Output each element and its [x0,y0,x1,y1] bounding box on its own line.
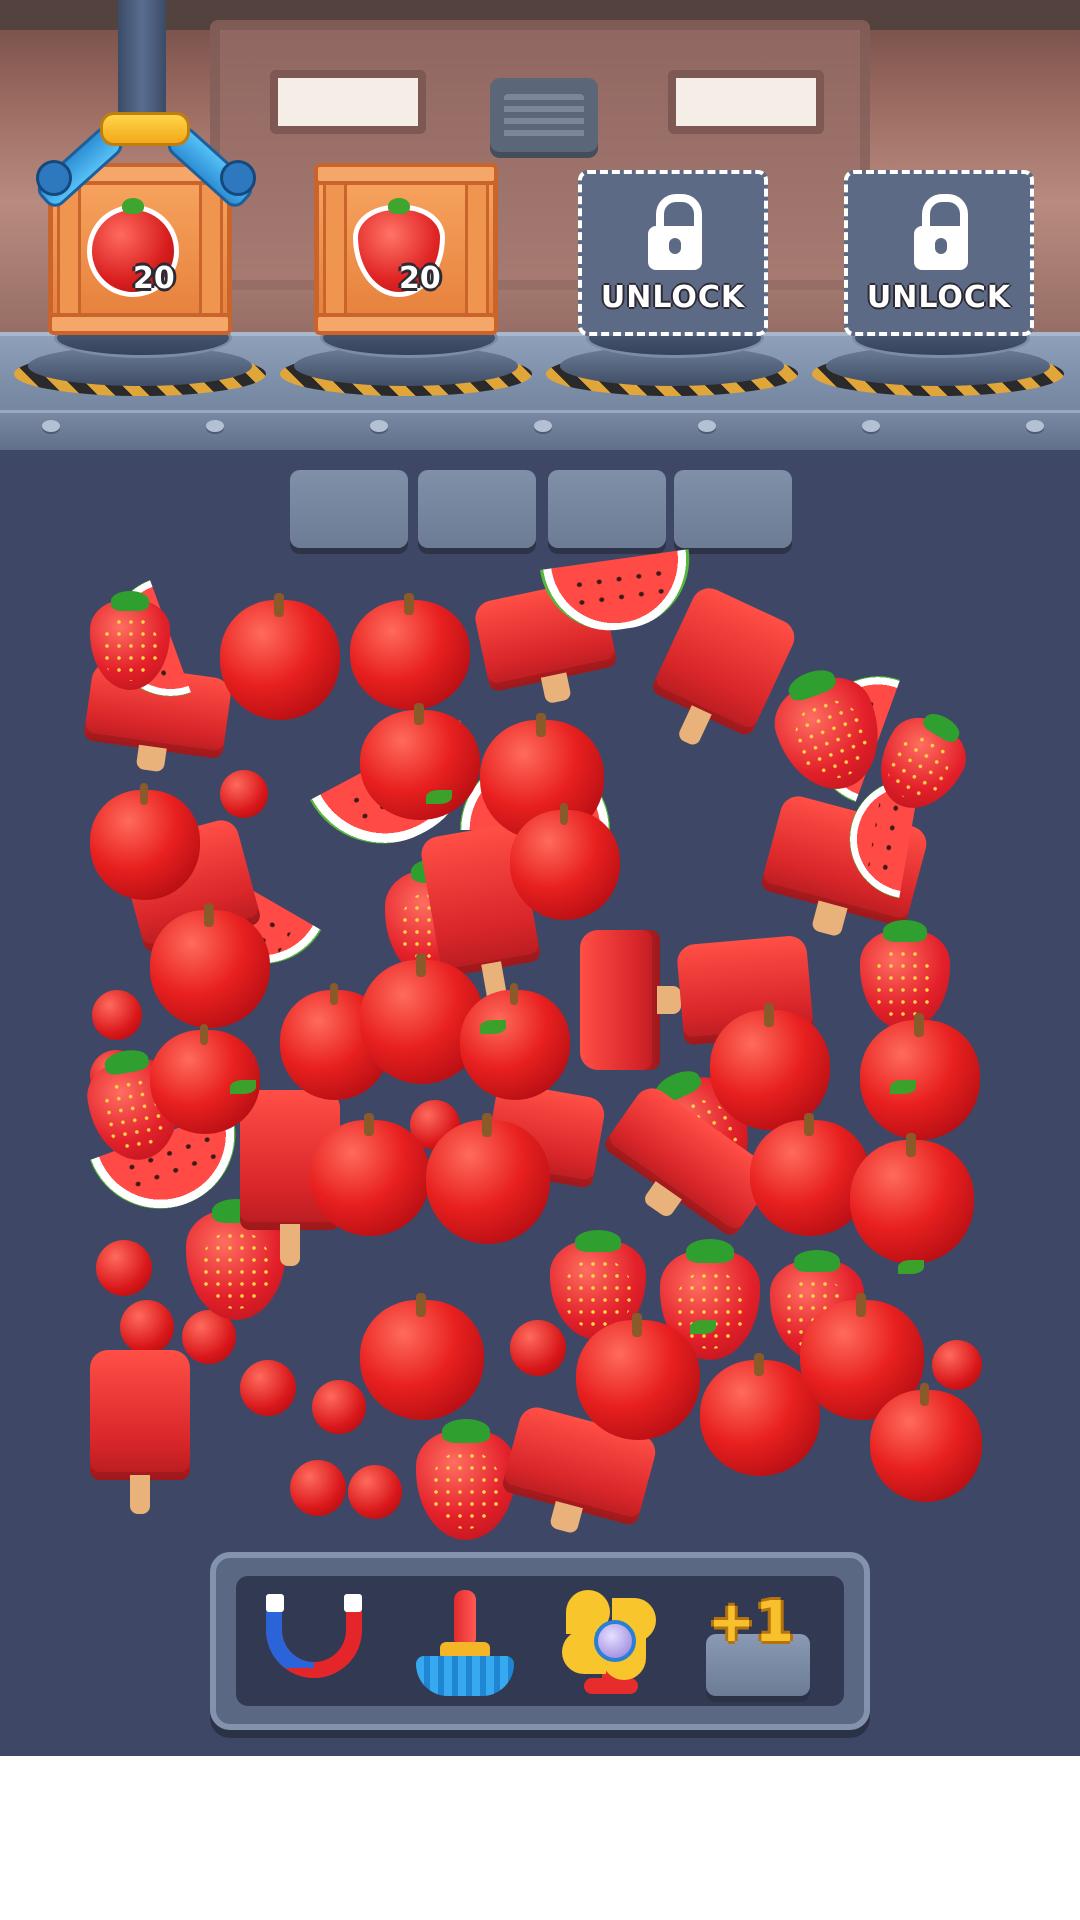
rivet [370,420,388,432]
collection-slot [674,470,792,548]
fruit-pile[interactable] [82,549,990,1540]
wall-window [270,70,426,134]
crate-strawberry[interactable]: 20 [314,163,498,335]
locked-slot[interactable]: UNLOCK [844,170,1034,336]
wall-vent [490,78,598,158]
cherry-item[interactable] [932,1340,982,1390]
rivet [534,420,552,432]
cherry-item[interactable] [240,1360,296,1416]
leaf [426,790,452,804]
cherry-item[interactable] [220,770,268,818]
apple-item[interactable] [710,1002,830,1130]
apple-item[interactable] [310,1113,430,1236]
claw-pipe [118,0,166,112]
popsicle-item[interactable] [90,1350,190,1514]
cherry-item[interactable] [120,1300,174,1354]
add-slot-button[interactable]: +1 [702,1590,812,1700]
apple-item[interactable] [460,983,570,1100]
cherry-item[interactable] [92,990,142,1040]
unlock-label: UNLOCK [866,280,1012,315]
rivet [698,420,716,432]
collection-slot [290,470,408,548]
cherry-item[interactable] [510,1320,566,1376]
apple-item[interactable] [510,803,620,920]
tools-tray: +1 [210,1552,870,1730]
leaf [898,1260,924,1274]
collection-slot [418,470,536,548]
magnet-button[interactable] [260,1590,370,1700]
cherry-item[interactable] [290,1460,346,1516]
leaf [230,1080,256,1094]
claw [28,104,258,224]
rivet [42,420,60,432]
strawberry-item[interactable] [860,920,950,1030]
leaf [480,1020,506,1034]
apple-item[interactable] [870,1383,982,1502]
cherry-item[interactable] [348,1465,402,1519]
crate-count: 20 [133,261,175,296]
add-slot-label: +1 [708,1590,794,1655]
fan-button[interactable] [556,1590,666,1700]
apple-item[interactable] [350,593,470,710]
magnet-icon [266,1594,362,1694]
cherry-item[interactable] [312,1380,366,1434]
broom-icon [454,1590,476,1648]
factory-background: 20 20 UNLOCK UNLOCK [0,0,1080,450]
locked-slot[interactable]: UNLOCK [578,170,768,336]
apple-item[interactable] [360,703,480,820]
apple-item[interactable] [850,1132,974,1264]
crate-count: 20 [399,261,441,296]
apple-item[interactable] [360,1292,484,1420]
collection-slot [548,470,666,548]
game-screen: 20 20 UNLOCK UNLOCK +1 [0,0,1080,1756]
apple-item[interactable] [860,1012,980,1140]
leaf [890,1080,916,1094]
fan-icon [594,1620,636,1662]
rivet [1026,420,1044,432]
rivet [862,420,880,432]
unlock-label: UNLOCK [600,280,746,315]
broom-button[interactable] [410,1590,520,1700]
apple-item[interactable] [220,592,340,720]
rivet [206,420,224,432]
popsicle-item[interactable] [580,930,660,1070]
wall-window [668,70,824,134]
strawberry-item[interactable] [416,1419,516,1540]
apple-item[interactable] [576,1312,700,1440]
apple-item[interactable] [150,902,270,1028]
leaf [690,1320,716,1334]
cherry-item[interactable] [96,1240,152,1296]
apple-item[interactable] [90,783,200,900]
apple-item[interactable] [426,1112,550,1244]
